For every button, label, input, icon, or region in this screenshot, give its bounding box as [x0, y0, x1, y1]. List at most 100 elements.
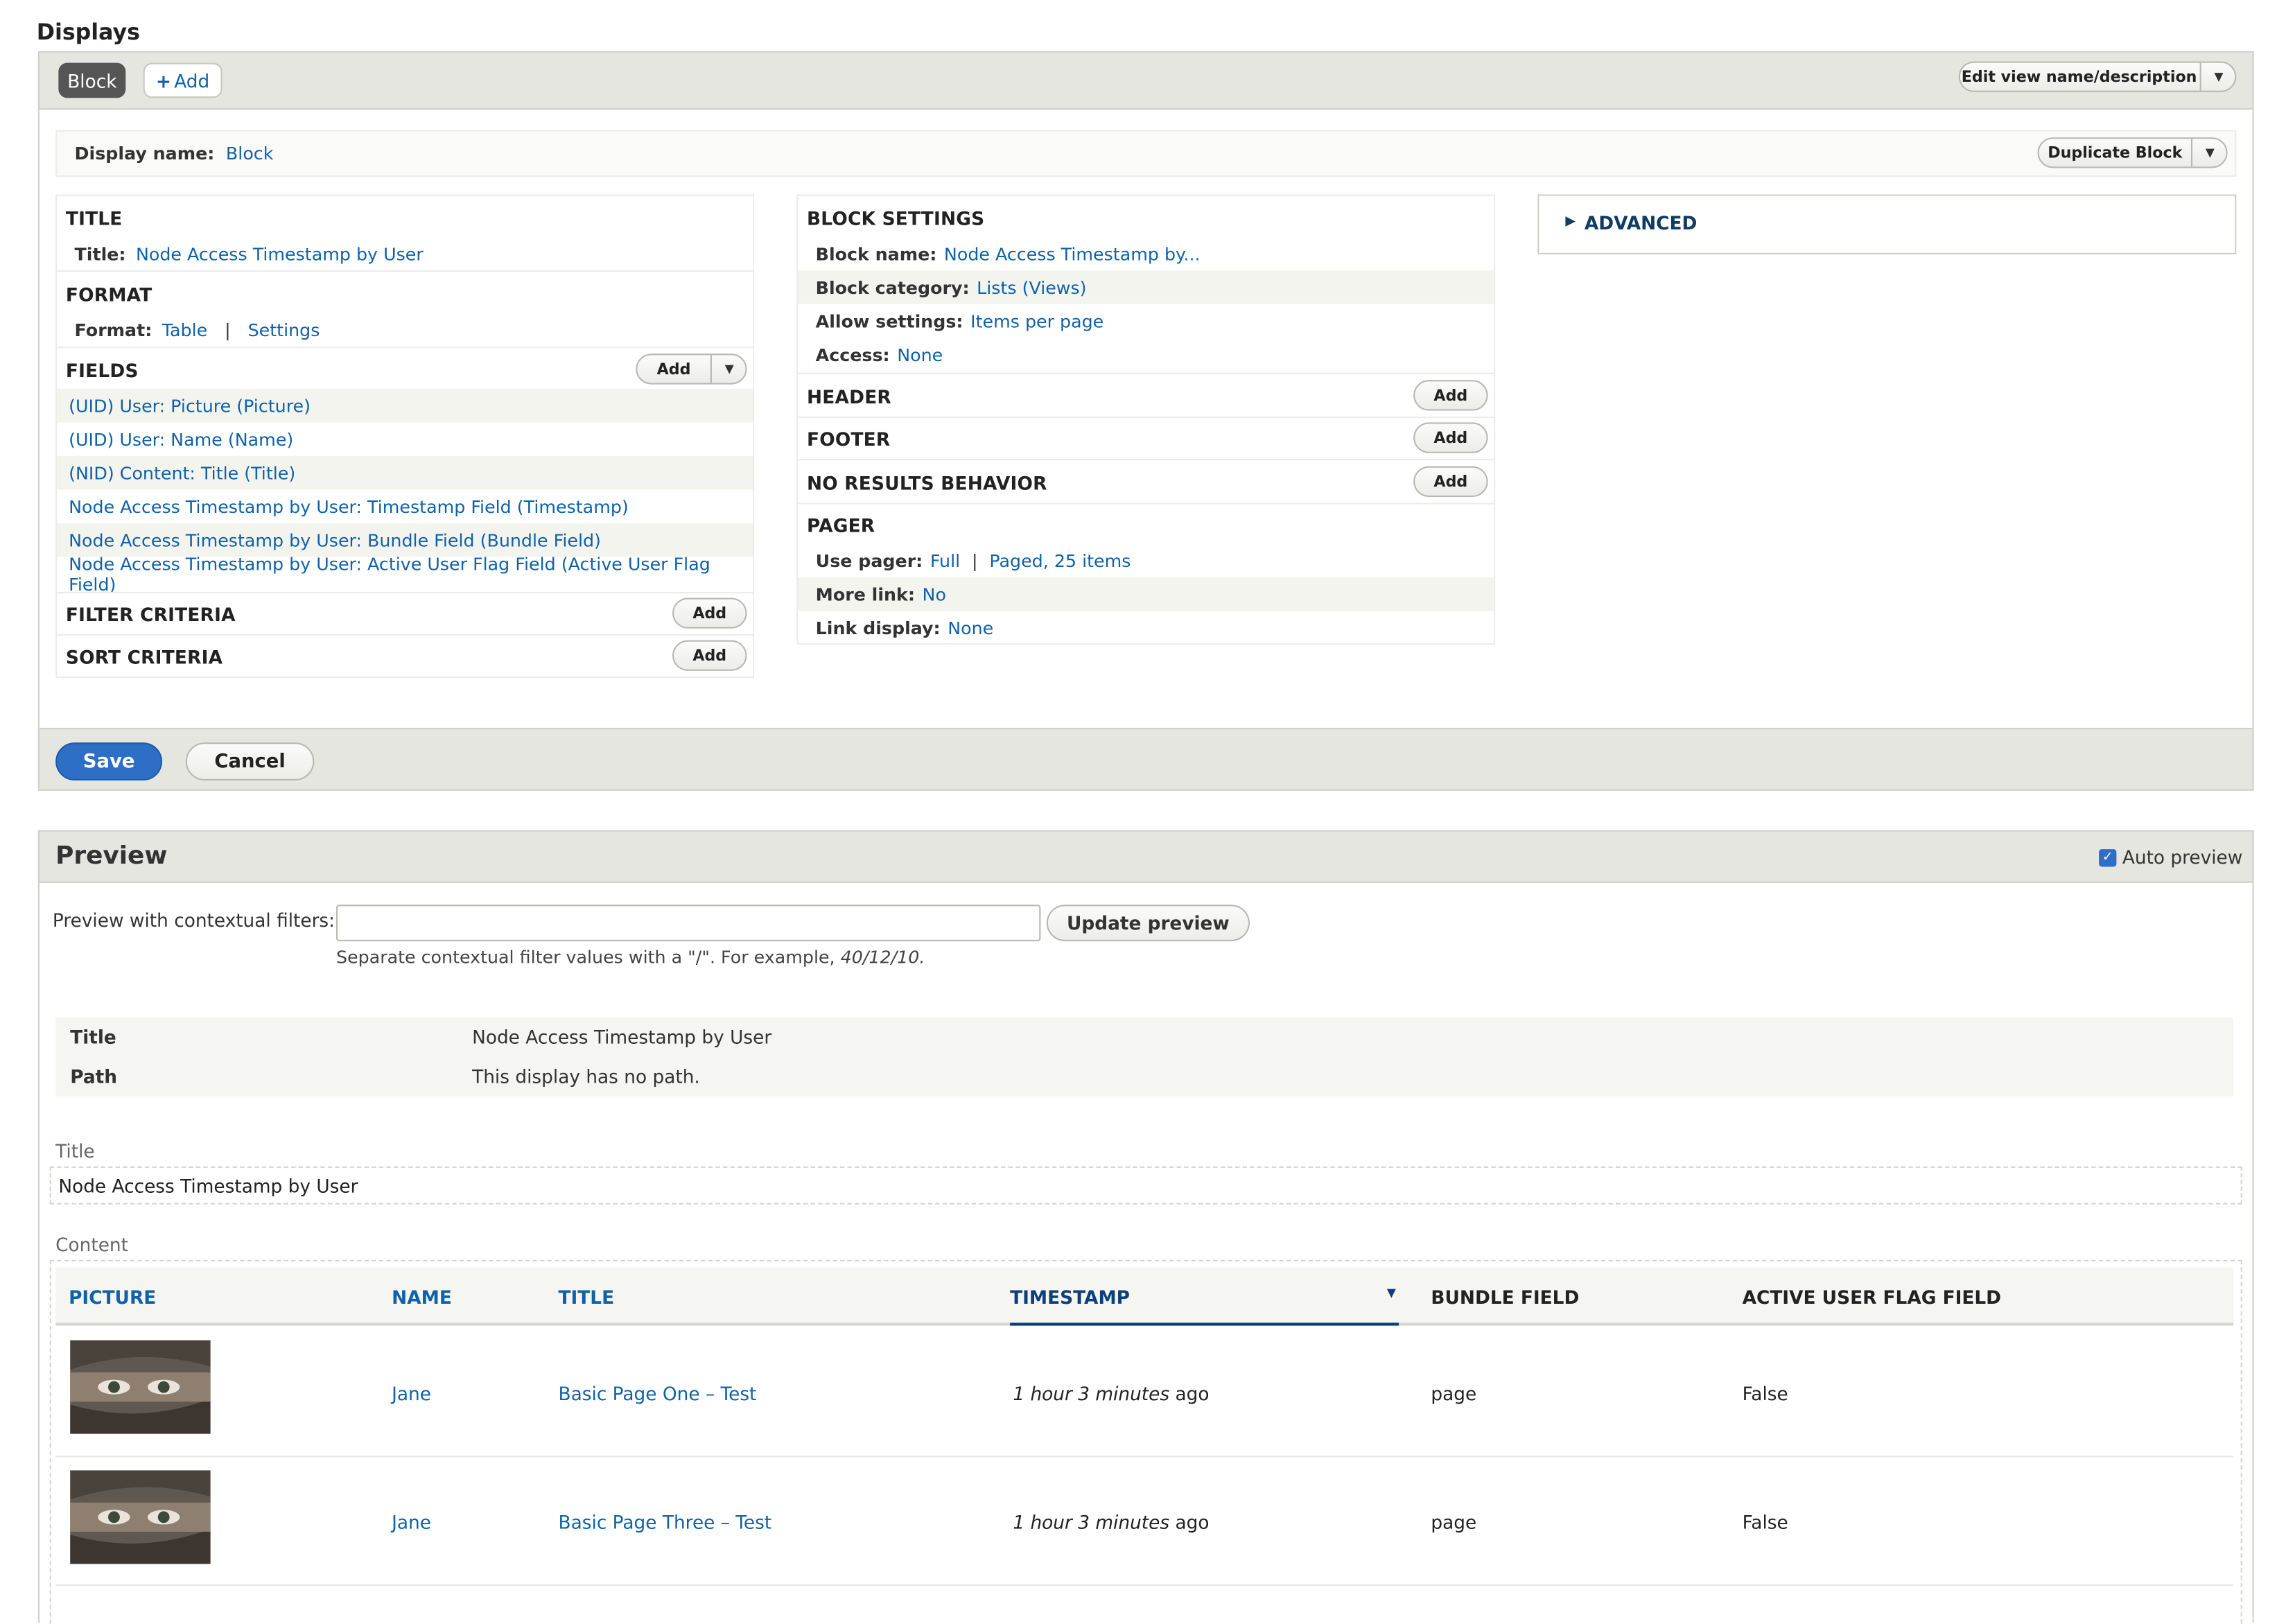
block-name-link[interactable]: Node Access Timestamp by... — [944, 243, 1201, 264]
link-display-value[interactable]: None — [948, 618, 993, 638]
column-header-title[interactable]: TITLE — [559, 1267, 615, 1325]
help-example: 40/12/10. — [840, 947, 925, 968]
block-category-label: Block category: — [815, 277, 970, 298]
column-header-bundle: BUNDLE FIELD — [1431, 1285, 1580, 1308]
block-category-link[interactable]: Lists (Views) — [977, 277, 1086, 298]
more-link-row: More link: No — [798, 577, 1494, 611]
column-header-picture[interactable]: PICTURE — [69, 1267, 156, 1325]
cancel-button[interactable]: Cancel — [185, 742, 315, 781]
chevron-down-icon[interactable]: ▼ — [712, 355, 747, 383]
chevron-down-icon[interactable]: ▼ — [2201, 63, 2237, 91]
title-section-heading: TITLE — [65, 207, 123, 230]
edit-view-name-button[interactable]: Edit view name/description ▼ — [1958, 61, 2237, 92]
edit-view-name-label: Edit view name/description — [1961, 68, 2197, 86]
fields-section-heading: FIELDS — [65, 359, 139, 382]
column-header-name[interactable]: NAME — [392, 1267, 452, 1325]
row-title-link[interactable]: Basic Page Three – Test — [559, 1457, 772, 1586]
no-results-heading: NO RESULTS BEHAVIOR — [807, 472, 1047, 494]
sort-criteria-add-button[interactable]: Add — [672, 640, 747, 671]
row-timestamp: 1 hour 3 minutes ago — [1013, 1510, 1210, 1533]
help-text: Separate contextual filter values with a… — [336, 947, 841, 968]
preview-box: Preview ✓ Auto preview Preview with cont… — [37, 830, 2254, 1624]
format-settings-link[interactable]: Settings — [248, 320, 320, 341]
field-item[interactable]: (UID) User: Picture (Picture) — [57, 388, 753, 423]
row-name-link[interactable]: Jane — [392, 1457, 431, 1586]
preview-content-caption: Content — [55, 1233, 128, 1256]
field-item[interactable]: (NID) Content: Title (Title) — [57, 455, 753, 490]
preview-heading: Preview — [55, 841, 168, 871]
advanced-label[interactable]: ADVANCED — [1585, 212, 1698, 234]
row-active-flag: False — [1742, 1381, 1788, 1404]
block-name-row: Block name: Node Access Timestamp by... — [798, 237, 1494, 271]
field-item[interactable]: Node Access Timestamp by User: Bundle Fi… — [57, 523, 753, 557]
header-add-button[interactable]: Add — [1413, 380, 1488, 411]
row-name-link[interactable]: Jane — [392, 1329, 431, 1458]
block-name-label: Block name: — [815, 243, 937, 264]
use-pager-link[interactable]: Full — [930, 550, 960, 571]
use-pager-label: Use pager: — [815, 550, 923, 571]
pager-section-heading: PAGER — [807, 514, 875, 536]
link-display-label: Link display: — [815, 617, 941, 638]
table-row: Jane Basic Page One – Test 1 hour 3 minu… — [55, 1329, 2234, 1458]
link-display-row: Link display: None — [798, 611, 1494, 645]
access-row: Access: None — [798, 338, 1494, 373]
column-header-timestamp-label: TIMESTAMP — [1010, 1285, 1131, 1308]
field-item[interactable]: Node Access Timestamp by User: Active Us… — [57, 553, 753, 594]
column-header-timestamp[interactable]: TIMESTAMP ▼ — [1010, 1267, 1399, 1326]
contextual-filters-help: Separate contextual filter values with a… — [336, 947, 925, 968]
filter-criteria-heading: FILTER CRITERIA — [65, 603, 236, 626]
format-section-heading: FORMAT — [65, 283, 152, 306]
advanced-panel[interactable]: ▶ ADVANCED — [1537, 194, 2237, 254]
column-second: BLOCK SETTINGS Block name: Node Access T… — [796, 194, 1496, 645]
format-separator: | — [225, 320, 231, 341]
info-row: Title Node Access Timestamp by User — [55, 1018, 2233, 1057]
preview-info-table: Title Node Access Timestamp by User Path… — [55, 1017, 2234, 1097]
caret-down-icon: ▼ — [1386, 1286, 1396, 1300]
chevron-down-icon[interactable]: ▼ — [2192, 139, 2228, 166]
add-display-button[interactable]: + Add — [143, 62, 223, 98]
add-display-label: Add — [174, 69, 210, 91]
access-link[interactable]: None — [897, 345, 943, 366]
preview-title-caption: Title — [55, 1140, 95, 1162]
info-row-label: Path — [70, 1065, 117, 1088]
tab-block[interactable]: Block — [58, 62, 126, 98]
more-link-value[interactable]: No — [923, 584, 946, 604]
column-header-active-flag: ACTIVE USER FLAG FIELD — [1742, 1285, 2002, 1308]
row-bundle: page — [1431, 1381, 1477, 1404]
display-tabs-bar: Block + Add Edit view name/description ▼ — [39, 52, 2253, 110]
contextual-filters-input[interactable] — [336, 905, 1041, 942]
allow-settings-row: Allow settings: Items per page — [798, 304, 1494, 338]
table-header: PICTURE NAME TITLE TIMESTAMP ▼ BUNDLE FI… — [55, 1267, 2234, 1326]
info-row: Path This display has no path. — [55, 1057, 2233, 1097]
row-timestamp: 1 hour 3 minutes ago — [1013, 1381, 1210, 1404]
preview-header-bar: Preview ✓ Auto preview — [39, 831, 2253, 883]
row-active-flag: False — [1742, 1510, 1788, 1533]
actions-bar: Save Cancel — [39, 728, 2253, 789]
field-item[interactable]: (UID) User: Name (Name) — [57, 422, 753, 456]
format-table-link[interactable]: Table — [162, 320, 207, 341]
auto-preview-checkbox[interactable]: ✓ — [2099, 849, 2117, 867]
footer-section-heading: FOOTER — [807, 428, 891, 451]
title-label: Title: — [74, 244, 126, 265]
sort-criteria-heading: SORT CRITERIA — [65, 646, 223, 668]
displays-box: Block + Add Edit view name/description ▼… — [37, 51, 2254, 791]
table-row: Jane Basic Page Three – Test 1 hour 3 mi… — [55, 1457, 2234, 1586]
save-button[interactable]: Save — [55, 742, 163, 781]
row-title-link[interactable]: Basic Page One – Test — [559, 1329, 757, 1458]
footer-add-button[interactable]: Add — [1413, 422, 1488, 453]
title-value-link[interactable]: Node Access Timestamp by User — [136, 244, 424, 265]
block-settings-heading: BLOCK SETTINGS — [807, 207, 985, 230]
field-item[interactable]: Node Access Timestamp by User: Timestamp… — [57, 489, 753, 523]
auto-preview-label[interactable]: Auto preview — [2122, 846, 2243, 868]
column-first: TITLE Title: Node Access Timestamp by Us… — [55, 194, 755, 679]
allow-settings-label: Allow settings: — [815, 311, 963, 331]
display-name-link[interactable]: Block — [226, 143, 273, 164]
allow-settings-link[interactable]: Items per page — [970, 311, 1103, 331]
no-results-add-button[interactable]: Add — [1413, 466, 1488, 497]
filter-criteria-add-button[interactable]: Add — [672, 597, 747, 629]
fields-add-button[interactable]: Add ▼ — [636, 353, 747, 385]
update-preview-button[interactable]: Update preview — [1046, 905, 1250, 942]
pager-items-link[interactable]: Paged, 25 items — [989, 550, 1131, 571]
duplicate-block-label: Duplicate Block — [2048, 143, 2183, 162]
duplicate-block-button[interactable]: Duplicate Block ▼ — [2037, 137, 2228, 168]
